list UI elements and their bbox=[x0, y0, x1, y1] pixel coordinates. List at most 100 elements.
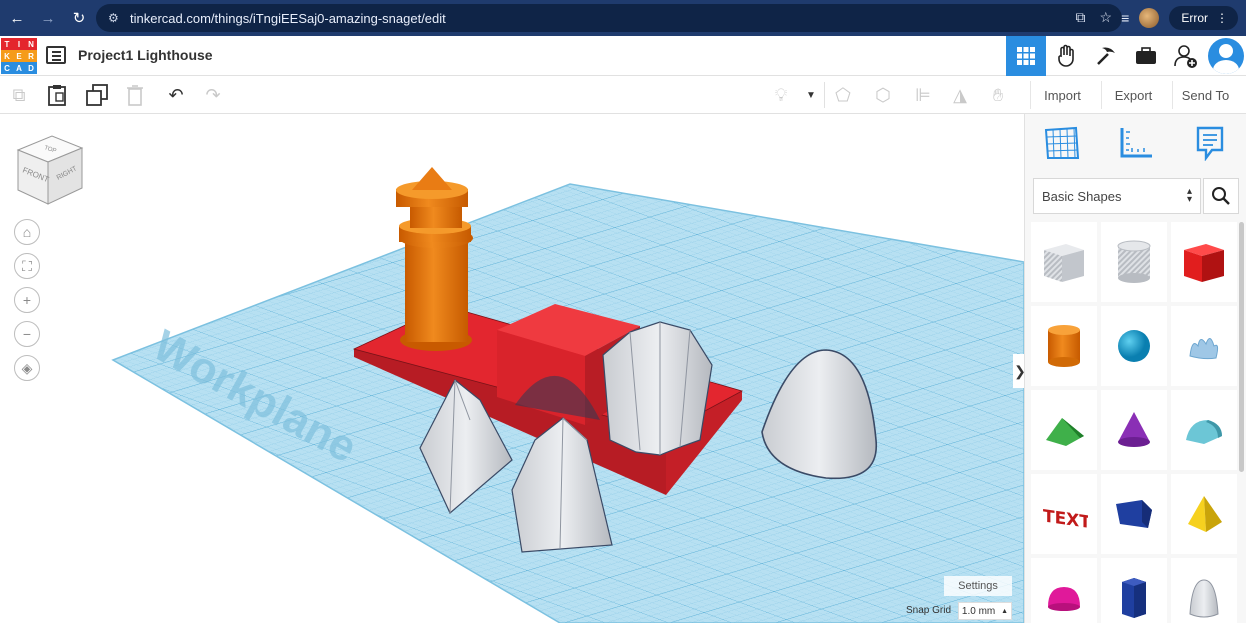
box-hole-icon bbox=[1044, 244, 1084, 282]
snap-grid-label: Snap Grid bbox=[906, 605, 952, 616]
shape-roof[interactable] bbox=[1031, 390, 1097, 470]
redo-icon[interactable]: ↷ bbox=[200, 82, 226, 108]
bookmark-star-icon[interactable]: ☆ bbox=[1099, 9, 1112, 26]
shape-scribble[interactable] bbox=[1171, 306, 1237, 386]
shape-box-hole[interactable] bbox=[1031, 222, 1097, 302]
shape-search-button[interactable] bbox=[1203, 178, 1239, 214]
url-text[interactable]: tinkercad.com/things/iTngiEESaj0-amazing… bbox=[130, 11, 446, 26]
shape-sphere[interactable] bbox=[1101, 306, 1167, 386]
fit-view-icon[interactable]: ⛶ bbox=[14, 253, 40, 279]
half-sphere-icon bbox=[1048, 587, 1080, 611]
shape-paraboloid[interactable] bbox=[1171, 558, 1237, 623]
logo-letter: R bbox=[25, 50, 37, 62]
shape-cone[interactable] bbox=[1101, 390, 1167, 470]
forward-icon[interactable]: → bbox=[34, 4, 62, 32]
reload-icon[interactable]: ↻ bbox=[65, 4, 93, 32]
shape-box[interactable] bbox=[1171, 222, 1237, 302]
install-app-icon[interactable]: ⧉ bbox=[1075, 9, 1085, 26]
grey-peaks-shape[interactable] bbox=[602, 321, 713, 456]
chevron-up-icon: ▲ bbox=[1001, 607, 1009, 615]
shape-grid: TEXT bbox=[1031, 222, 1237, 623]
bricks-button[interactable] bbox=[1086, 36, 1126, 76]
scribble-icon bbox=[1189, 338, 1219, 360]
notes-dropdown-icon[interactable]: ▼ bbox=[798, 82, 824, 108]
collapse-panel-button[interactable]: ❯ bbox=[1013, 354, 1024, 388]
export-button[interactable]: Export bbox=[1101, 81, 1165, 109]
ungroup-icon[interactable]: ⬡ bbox=[870, 82, 896, 108]
media-control-icon[interactable]: ≡ bbox=[1121, 10, 1129, 26]
3d-view-button[interactable] bbox=[1006, 36, 1046, 76]
hexagonal-prism-icon bbox=[1122, 578, 1146, 618]
select-arrows-icon: ▴ ▾ bbox=[1186, 186, 1192, 205]
zoom-out-icon[interactable]: − bbox=[14, 321, 40, 347]
logo-letter: C bbox=[1, 62, 13, 74]
roof-icon bbox=[1046, 418, 1084, 446]
ruler-tool-button[interactable] bbox=[1099, 114, 1173, 172]
align-icon[interactable]: ⊫ bbox=[910, 82, 936, 108]
shape-cylinder-hole[interactable] bbox=[1101, 222, 1167, 302]
import-button[interactable]: Import bbox=[1030, 81, 1094, 109]
view-cube[interactable]: TOP FRONT RIGHT bbox=[14, 134, 86, 210]
scene-canvas[interactable]: Workplane bbox=[0, 114, 1024, 623]
shape-cylinder[interactable] bbox=[1031, 306, 1097, 386]
logo-letter: T bbox=[1, 38, 13, 50]
home-view-icon[interactable]: ⌂ bbox=[14, 219, 40, 245]
projects-button[interactable] bbox=[1126, 36, 1166, 76]
workplane-tool-button[interactable] bbox=[1025, 114, 1099, 172]
orange-lighthouse-shape[interactable] bbox=[396, 167, 473, 351]
perspective-icon[interactable]: ◈ bbox=[14, 355, 40, 381]
tinkercad-logo[interactable]: TINKERCAD bbox=[1, 38, 37, 74]
workplane-grid-icon bbox=[1044, 126, 1080, 159]
add-user-button[interactable] bbox=[1166, 36, 1206, 76]
snap-grid-value: 1.0 mm bbox=[961, 605, 996, 617]
shape-category-select[interactable]: Basic Shapes ▴ ▾ bbox=[1033, 178, 1201, 214]
cone-icon bbox=[1118, 412, 1150, 447]
delete-icon[interactable] bbox=[122, 82, 148, 108]
logo-letter: N bbox=[25, 38, 37, 50]
error-button[interactable]: Error ⋮ bbox=[1169, 6, 1238, 30]
send-to-button[interactable]: Send To bbox=[1172, 81, 1238, 109]
ruler-icon bbox=[1120, 128, 1152, 158]
cruise-icon[interactable]: ✋︎ bbox=[985, 82, 1011, 108]
sphere-icon bbox=[1118, 330, 1150, 362]
cylinder-icon bbox=[1048, 325, 1080, 367]
shape-hexagonal-prism[interactable] bbox=[1101, 558, 1167, 623]
note-lightbulb-icon[interactable]: 💡︎ bbox=[768, 82, 794, 108]
undo-icon[interactable]: ↶ bbox=[163, 82, 189, 108]
group-icon[interactable]: ⬠ bbox=[830, 82, 856, 108]
profile-avatar[interactable] bbox=[1139, 8, 1160, 28]
search-icon bbox=[1212, 187, 1230, 205]
shape-round-roof[interactable] bbox=[1171, 390, 1237, 470]
back-icon[interactable]: ← bbox=[3, 4, 31, 32]
settings-button[interactable]: Settings bbox=[944, 576, 1012, 596]
polygon-icon bbox=[1116, 500, 1152, 528]
grid-view-icon bbox=[1017, 47, 1035, 65]
design-list-icon[interactable] bbox=[46, 46, 66, 64]
project-title[interactable]: Project1 Lighthouse bbox=[78, 47, 213, 63]
mirror-icon[interactable]: ◮ bbox=[947, 82, 973, 108]
logo-letter: K bbox=[1, 50, 13, 62]
zoom-in-icon[interactable]: + bbox=[14, 287, 40, 313]
snap-grid-select[interactable]: 1.0 mm ▲ bbox=[958, 602, 1012, 620]
user-avatar[interactable] bbox=[1208, 38, 1244, 74]
address-bar[interactable]: ⚙ tinkercad.com/things/iTngiEESaj0-amazi… bbox=[96, 4, 1122, 32]
error-label: Error bbox=[1181, 11, 1208, 25]
copy-icon[interactable]: ⧉ bbox=[6, 82, 32, 108]
shape-text[interactable]: TEXT bbox=[1031, 474, 1097, 554]
blocks-button[interactable] bbox=[1046, 36, 1086, 76]
briefcase-icon bbox=[1136, 47, 1156, 64]
duplicate-icon[interactable] bbox=[84, 82, 110, 108]
site-settings-icon[interactable]: ⚙ bbox=[108, 11, 124, 25]
3d-viewport[interactable]: Workplane TOP FRONT RIGHT ⌂ ⛶ + − ◈ Sett… bbox=[0, 114, 1024, 623]
paste-icon[interactable] bbox=[44, 82, 70, 108]
app-header: TINKERCAD Project1 Lighthouse bbox=[0, 36, 1246, 76]
cylinder-hole-icon bbox=[1117, 240, 1151, 283]
notes-tool-button[interactable] bbox=[1173, 114, 1246, 172]
logo-letter: A bbox=[13, 62, 25, 74]
box-icon bbox=[1184, 244, 1224, 282]
shape-pyramid[interactable] bbox=[1171, 474, 1237, 554]
shapes-scrollbar[interactable] bbox=[1239, 222, 1244, 472]
shape-polygon[interactable] bbox=[1101, 474, 1167, 554]
round-roof-icon bbox=[1186, 420, 1222, 444]
shape-half-sphere[interactable] bbox=[1031, 558, 1097, 623]
